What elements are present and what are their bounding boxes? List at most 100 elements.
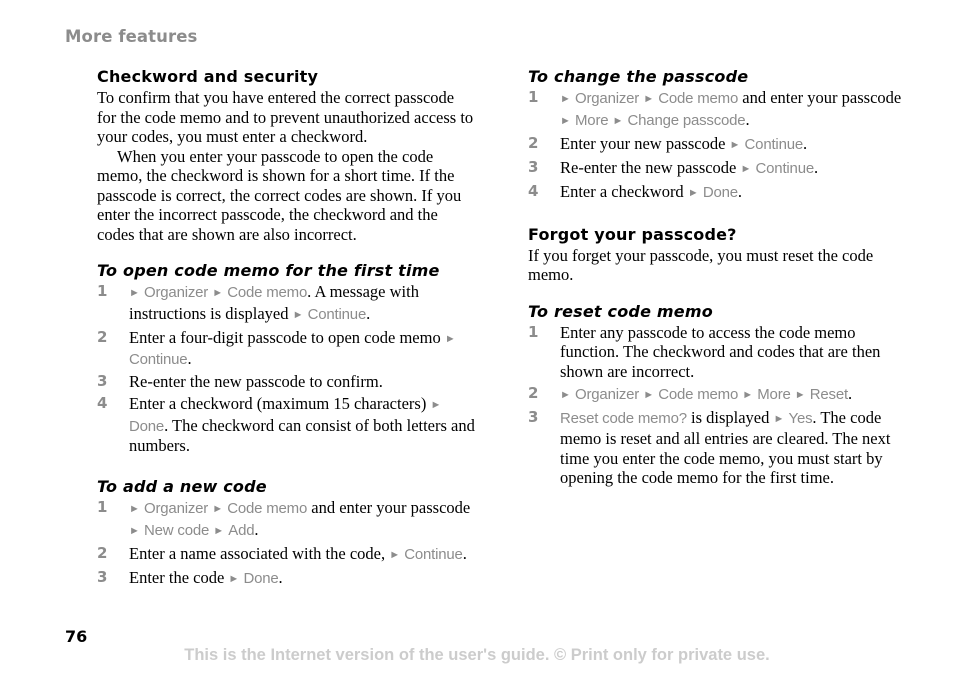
step-text: Enter any passcode to access the code me…	[560, 322, 881, 381]
arrow-icon: ►	[794, 388, 806, 401]
menu-item-organizer: Organizer	[144, 500, 209, 517]
menu-item-continue: Continue	[404, 545, 463, 563]
arrow-icon: ►	[560, 114, 571, 127]
section-heading-reset-code-memo: To reset code memo	[528, 301, 713, 321]
section-heading-checkword-security: Checkword and security	[97, 67, 319, 86]
step: 3 Enter the code ► Done.	[97, 568, 477, 590]
arrow-icon: ►	[129, 503, 140, 515]
menu-item-done: Done	[243, 569, 279, 587]
step-text: Enter a four-digit passcode to open code…	[129, 327, 445, 347]
step-text: Re-enter the new passcode to confirm.	[129, 372, 383, 391]
arrow-icon: ►	[560, 388, 571, 401]
step-punctuation: .	[254, 519, 259, 539]
step: 3 Re-enter the new passcode to confirm.	[97, 372, 477, 392]
step-punctuation: .	[803, 133, 808, 153]
arrow-icon: ►	[430, 399, 442, 411]
step-punctuation: .	[187, 349, 192, 368]
right-column: To change the passcode 1 ► Organizer ► C…	[528, 66, 908, 490]
arrow-icon: ►	[213, 524, 225, 537]
step-punctuation: .	[737, 181, 743, 201]
arrow-icon: ►	[129, 287, 140, 299]
step-number: 4	[528, 181, 539, 200]
arrow-icon: ►	[129, 524, 140, 537]
arrow-icon: ►	[773, 412, 785, 425]
menu-item-continue: Continue	[307, 305, 367, 323]
menu-item-done: Done	[129, 417, 165, 435]
step: 2 Enter your new passcode ► Continue.	[528, 134, 908, 156]
step-number: 3	[528, 407, 539, 426]
menu-item-new-code: New code	[144, 521, 210, 539]
step-text: Re-enter the new passcode	[560, 157, 741, 177]
step: 1 ► Organizer ► Code memo. A message wit…	[97, 282, 477, 325]
arrow-icon: ►	[560, 93, 571, 105]
footer-notice: This is the Internet version of the user…	[0, 646, 954, 665]
menu-item-code-memo: Code memo	[658, 385, 739, 403]
footer-text: This is the Internet version of the user…	[184, 646, 770, 664]
menu-item-reset: Reset	[809, 385, 848, 403]
step-punctuation: .	[462, 543, 467, 563]
security-paragraph-1: To confirm that you have entered the cor…	[97, 88, 474, 146]
step: 1 ► Organizer ► Code memo and enter your…	[528, 88, 908, 131]
step-text: and enter your passcode	[738, 88, 902, 107]
security-paragraph-2: When you enter your passcode to open the…	[97, 146, 462, 244]
running-head: More features	[65, 27, 198, 46]
step-text: Enter the code	[129, 567, 229, 587]
arrow-icon: ►	[742, 388, 754, 401]
step: 4 Enter a checkword (maximum 15 characte…	[97, 394, 477, 456]
section-heading-open-first-time: To open code memo for the first time	[97, 261, 440, 280]
page-number: 76	[65, 627, 88, 646]
arrow-icon: ►	[212, 287, 224, 299]
change-passcode-steps: 1 ► Organizer ► Code memo and enter your…	[528, 88, 908, 203]
menu-item-code-memo: Code memo	[658, 90, 739, 107]
arrow-icon: ►	[389, 548, 401, 561]
add-new-code-steps: 1 ► Organizer ► Code memo and enter your…	[97, 498, 477, 589]
arrow-icon: ►	[643, 388, 655, 401]
step: 1 Enter any passcode to access the code …	[528, 323, 908, 382]
menu-item-code-memo: Code memo	[227, 284, 308, 301]
step-text: Enter a name associated with the code,	[129, 543, 390, 563]
menu-item-done: Done	[702, 183, 738, 201]
menu-item-continue: Continue	[129, 351, 188, 368]
menu-item-code-memo: Code memo	[227, 500, 308, 517]
step-text: . The checkword can consist of both lett…	[129, 415, 475, 456]
section-heading-change-passcode: To change the passcode	[528, 67, 749, 86]
menu-item-more: More	[757, 385, 791, 403]
arrow-icon: ►	[292, 308, 304, 321]
step-number: 4	[97, 394, 108, 412]
step-punctuation: .	[278, 567, 283, 587]
menu-item-more: More	[575, 111, 609, 129]
step-number: 1	[528, 322, 539, 341]
menu-item-change-passcode: Change passcode	[627, 111, 746, 129]
step: 2 ► Organizer ► Code memo ► More ► Reset…	[528, 384, 908, 406]
arrow-icon: ►	[643, 93, 655, 105]
arrow-icon: ►	[612, 114, 624, 127]
arrow-icon: ►	[444, 332, 456, 345]
step-number: 1	[97, 498, 108, 516]
step: 3 Reset code memo? is displayed ► Yes. T…	[528, 408, 908, 488]
step: 3 Re-enter the new passcode ► Continue.	[528, 158, 908, 180]
arrow-icon: ►	[228, 572, 240, 585]
menu-item-organizer: Organizer	[144, 284, 209, 301]
menu-item-organizer: Organizer	[575, 385, 640, 403]
step-text: Enter your new passcode	[560, 133, 730, 153]
step: 2 Enter a name associated with the code,…	[97, 544, 477, 566]
prompt-reset-code-memo: Reset code memo?	[560, 409, 687, 427]
step-number: 2	[528, 133, 539, 152]
step-number: 2	[97, 543, 108, 562]
step-text: Enter a checkword	[560, 181, 688, 201]
step-text: Enter a checkword (maximum 15 characters…	[129, 394, 431, 413]
arrow-icon: ►	[687, 186, 699, 199]
step-number: 2	[97, 327, 108, 346]
forgot-passcode-paragraph: If you forget your passcode, you must re…	[528, 245, 874, 285]
step-number: 3	[528, 157, 539, 176]
menu-item-continue: Continue	[744, 135, 804, 153]
step-number: 3	[97, 567, 108, 586]
step-number: 1	[97, 282, 108, 300]
step-text: and enter your passcode	[307, 498, 471, 517]
step-punctuation: .	[745, 109, 750, 129]
step-number: 3	[97, 372, 108, 390]
step: 4 Enter a checkword ► Done.	[528, 182, 908, 204]
step-punctuation: .	[366, 303, 371, 323]
menu-item-organizer: Organizer	[575, 90, 640, 107]
arrow-icon: ►	[740, 162, 752, 175]
